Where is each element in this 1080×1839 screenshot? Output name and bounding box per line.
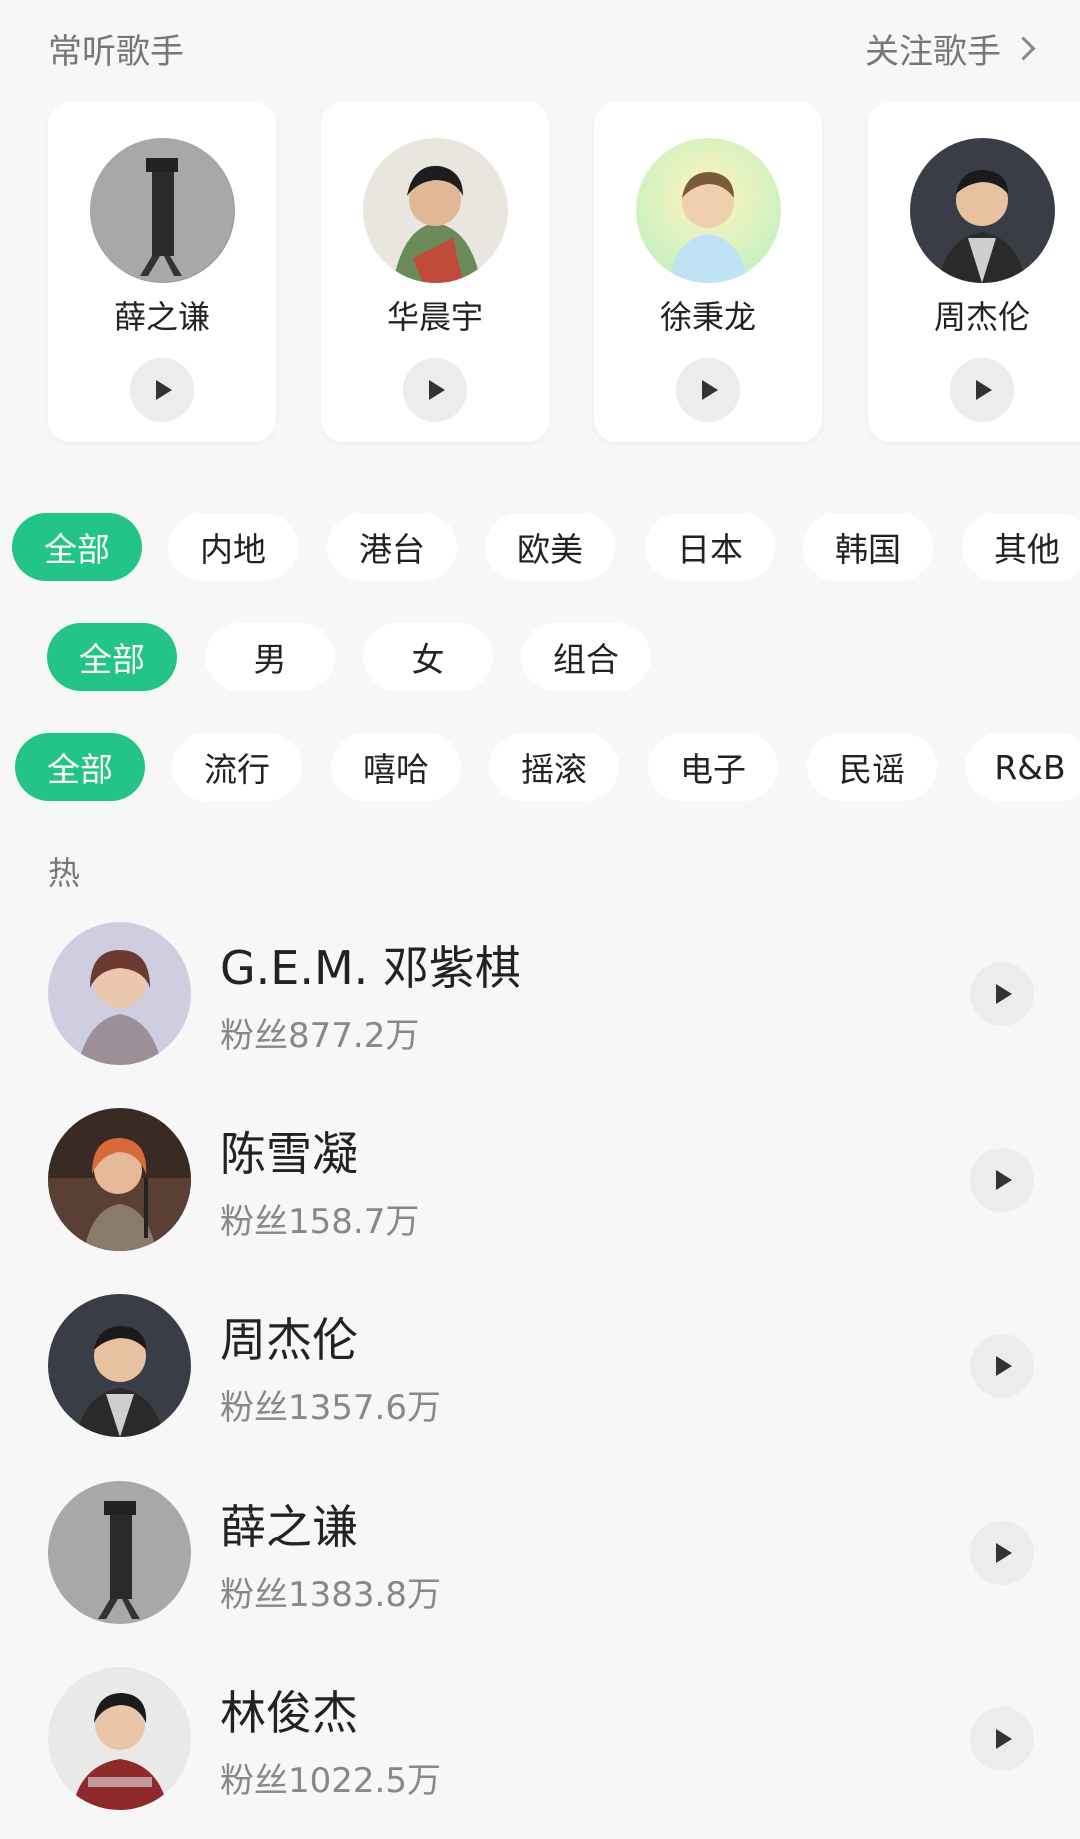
gender-chip-male[interactable]: 男 <box>205 623 335 691</box>
hot-section-label: 热 <box>48 854 81 892</box>
recent-artists-carousel[interactable]: 薛之谦 华晨宇 徐秉龙 周杰伦 <box>0 102 1080 447</box>
recent-artist-name: 周杰伦 <box>933 298 1030 336</box>
artist-list-item[interactable]: G.E.M. 邓紫棋 粉丝877.2万 <box>0 922 1080 1082</box>
genre-chip-hiphop[interactable]: 嘻哈 <box>331 733 461 801</box>
artist-list-item[interactable]: 薛之谦 粉丝1383.8万 <box>0 1481 1080 1641</box>
play-icon <box>996 984 1012 1004</box>
recent-artist-card[interactable]: 华晨宇 <box>321 102 549 442</box>
play-button[interactable] <box>970 1521 1034 1585</box>
section-title-frequent-artists: 常听歌手 <box>48 32 184 72</box>
region-chip-western[interactable]: 欧美 <box>485 513 615 581</box>
genre-filter-row: 全部 流行 嘻哈 摇滚 电子 民谣 R&B <box>0 733 1080 803</box>
region-chip-korea[interactable]: 韩国 <box>803 513 933 581</box>
artist-avatar <box>90 138 235 283</box>
play-button[interactable] <box>970 1148 1034 1212</box>
play-button[interactable] <box>970 1334 1034 1398</box>
gender-filter-row: 全部 男 女 组合 <box>0 623 1080 693</box>
artist-avatar <box>48 1481 191 1624</box>
play-button[interactable] <box>970 962 1034 1026</box>
artist-list-item[interactable]: 林俊杰 粉丝1022.5万 <box>0 1667 1080 1827</box>
play-button[interactable] <box>403 358 467 422</box>
region-chip-japan[interactable]: 日本 <box>645 513 775 581</box>
region-chip-other[interactable]: 其他 <box>962 513 1080 581</box>
artist-avatar <box>48 922 191 1065</box>
genre-chip-folk[interactable]: 民谣 <box>807 733 937 801</box>
play-icon <box>996 1729 1012 1749</box>
artist-avatar <box>363 138 508 283</box>
artist-list-item[interactable]: 周杰伦 粉丝1357.6万 <box>0 1294 1080 1454</box>
play-icon <box>996 1170 1012 1190</box>
artist-list-item[interactable]: 陈雪凝 粉丝158.7万 <box>0 1108 1080 1268</box>
artist-avatar <box>636 138 781 283</box>
genre-chip-electronic[interactable]: 电子 <box>648 733 778 801</box>
genre-chip-all[interactable]: 全部 <box>15 733 145 801</box>
artist-name: 林俊杰 <box>220 1686 358 1740</box>
artist-name: G.E.M. 邓紫棋 <box>220 941 521 995</box>
artist-name: 周杰伦 <box>220 1313 358 1367</box>
artist-avatar <box>48 1108 191 1251</box>
artist-fans: 粉丝877.2万 <box>220 1016 420 1056</box>
artist-name: 陈雪凝 <box>220 1127 358 1181</box>
play-icon <box>996 1543 1012 1563</box>
recent-artist-card[interactable]: 周杰伦 <box>868 102 1080 442</box>
follow-artists-label: 关注歌手 <box>865 32 1001 72</box>
artist-avatar <box>48 1667 191 1810</box>
play-button[interactable] <box>676 358 740 422</box>
recent-artist-name: 徐秉龙 <box>659 298 756 336</box>
region-chip-all[interactable]: 全部 <box>12 513 142 581</box>
artist-fans: 粉丝1383.8万 <box>220 1575 441 1615</box>
play-icon <box>976 380 992 400</box>
play-button[interactable] <box>950 358 1014 422</box>
artist-name: 薛之谦 <box>220 1500 358 1554</box>
recent-artist-name: 华晨宇 <box>386 298 483 336</box>
genre-chip-rnb[interactable]: R&B <box>965 733 1080 801</box>
recent-artist-name: 薛之谦 <box>113 298 210 336</box>
gender-chip-all[interactable]: 全部 <box>47 623 177 691</box>
artist-fans: 粉丝1022.5万 <box>220 1761 441 1801</box>
play-icon <box>429 380 445 400</box>
recent-artist-card[interactable]: 薛之谦 <box>48 102 276 442</box>
gender-chip-group[interactable]: 组合 <box>521 623 651 691</box>
artist-fans: 粉丝1357.6万 <box>220 1388 441 1428</box>
recent-artist-card[interactable]: 徐秉龙 <box>594 102 822 442</box>
region-chip-mainland[interactable]: 内地 <box>168 513 298 581</box>
genre-chip-rock[interactable]: 摇滚 <box>489 733 619 801</box>
artist-avatar <box>48 1294 191 1437</box>
play-icon <box>996 1356 1012 1376</box>
play-button[interactable] <box>130 358 194 422</box>
region-chip-hk-tw[interactable]: 港台 <box>327 513 457 581</box>
header: 常听歌手 关注歌手 <box>0 0 1080 92</box>
play-icon <box>156 380 172 400</box>
region-filter-row: 全部 内地 港台 欧美 日本 韩国 其他 <box>0 513 1080 583</box>
play-button[interactable] <box>970 1707 1034 1771</box>
artist-avatar <box>910 138 1055 283</box>
play-icon <box>702 380 718 400</box>
gender-chip-female[interactable]: 女 <box>363 623 493 691</box>
follow-artists-link[interactable]: 关注歌手 <box>865 24 1036 73</box>
artist-fans: 粉丝158.7万 <box>220 1202 420 1242</box>
chevron-right-icon <box>1011 36 1036 61</box>
genre-chip-pop[interactable]: 流行 <box>172 733 302 801</box>
